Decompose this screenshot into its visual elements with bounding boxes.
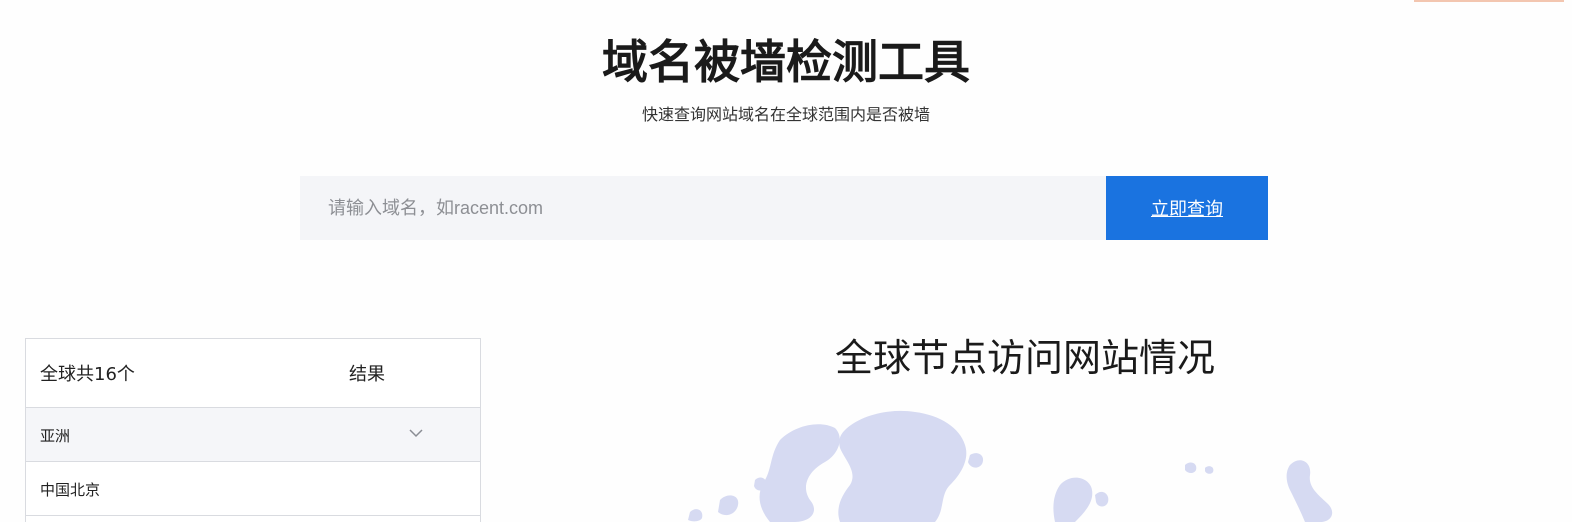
corner-accent bbox=[1414, 0, 1564, 2]
result-column-header: 结果 bbox=[349, 364, 385, 385]
results-panel: 全球共16个 结果 亚洲 中国北京 bbox=[25, 338, 481, 522]
location-row: 中国北京 bbox=[26, 462, 480, 516]
map-title: 全球节点访问网站情况 bbox=[834, 336, 1215, 380]
domain-search-input[interactable] bbox=[300, 176, 1106, 240]
search-box: 立即查询 bbox=[300, 176, 1268, 240]
search-submit-button[interactable]: 立即查询 bbox=[1106, 176, 1268, 240]
page-title: 域名被墙检测工具 bbox=[602, 35, 970, 89]
world-map bbox=[688, 410, 1333, 522]
location-label: 中国北京 bbox=[40, 481, 101, 499]
node-total-label: 全球共16个 bbox=[40, 364, 135, 385]
page-subtitle: 快速查询网站域名在全球范围内是否被墙 bbox=[641, 105, 930, 124]
chevron-down-icon bbox=[409, 429, 423, 438]
page: 域名被墙检测工具 快速查询网站域名在全球范围内是否被墙 立即查询 全球共16个 … bbox=[0, 0, 1572, 522]
region-label: 亚洲 bbox=[40, 427, 71, 445]
results-header: 全球共16个 结果 bbox=[26, 339, 480, 408]
region-dropdown-asia[interactable]: 亚洲 bbox=[26, 408, 480, 462]
map-land bbox=[688, 410, 1333, 522]
